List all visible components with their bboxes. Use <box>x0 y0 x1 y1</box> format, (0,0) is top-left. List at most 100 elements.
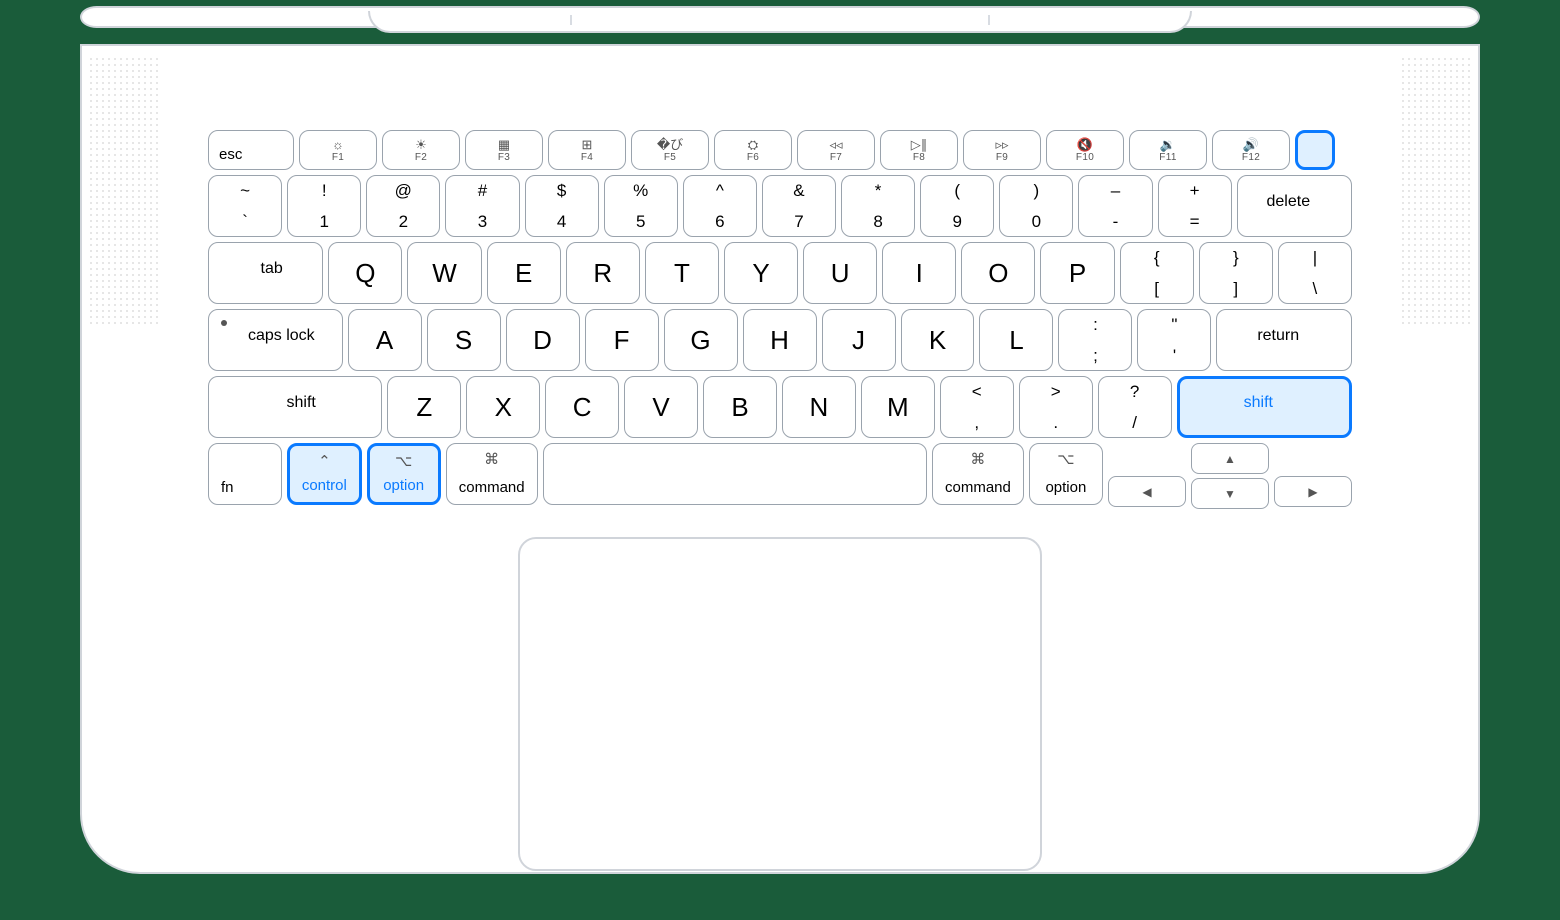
key-5[interactable]: %5 <box>604 175 678 237</box>
play-pause-icon: ▷∥ <box>911 138 928 151</box>
key-l[interactable]: L <box>979 309 1053 371</box>
key-y[interactable]: Y <box>724 242 798 304</box>
key-f11[interactable]: 🔉F11 <box>1129 130 1207 170</box>
key-tab[interactable]: tab <box>208 242 323 304</box>
row-numbers: ~` !1 @2 #3 $4 %5 ^6 &7 *8 (9 )0 –- += d… <box>208 175 1352 237</box>
row-asdf: caps lock A S D F G H J K L :; "' return <box>208 309 1352 371</box>
key-0[interactable]: )0 <box>999 175 1073 237</box>
laptop-base: esc ☼F1 ☀F2 ▦F3 ⊞F4 �びF5 ⛭F6 ◃◃F7 ▷∥F8 ▹… <box>80 44 1480 874</box>
key-slash[interactable]: ?/ <box>1098 376 1172 438</box>
key-arrow-left[interactable]: ◀ <box>1108 476 1186 507</box>
key-c[interactable]: C <box>545 376 619 438</box>
key-option-left[interactable]: ⌥option <box>367 443 441 505</box>
key-arrow-right[interactable]: ▶ <box>1274 476 1352 507</box>
row-zxcv: shift Z X C V B N M <, >. ?/ shift <box>208 376 1352 438</box>
arrow-down-icon: ▼ <box>1224 487 1236 501</box>
key-f8[interactable]: ▷∥F8 <box>880 130 958 170</box>
key-f9[interactable]: ▹▹F9 <box>963 130 1041 170</box>
key-command-left[interactable]: ⌘command <box>446 443 538 505</box>
key-j[interactable]: J <box>822 309 896 371</box>
key-9[interactable]: (9 <box>920 175 994 237</box>
key-shift-left[interactable]: shift <box>208 376 382 438</box>
key-f2[interactable]: ☀F2 <box>382 130 460 170</box>
key-t[interactable]: T <box>645 242 719 304</box>
key-esc[interactable]: esc <box>208 130 294 170</box>
key-return[interactable]: return <box>1216 309 1352 371</box>
key-minus[interactable]: –- <box>1078 175 1152 237</box>
key-delete[interactable]: delete <box>1237 175 1352 237</box>
key-option-right[interactable]: ⌥option <box>1029 443 1103 505</box>
key-b[interactable]: B <box>703 376 777 438</box>
arrow-right-icon: ▶ <box>1308 485 1317 499</box>
key-s[interactable]: S <box>427 309 501 371</box>
fast-forward-icon: ▹▹ <box>995 138 1008 151</box>
key-f12[interactable]: 🔊F12 <box>1212 130 1290 170</box>
brightness-down-icon: ☼ <box>332 138 344 151</box>
key-n[interactable]: N <box>782 376 856 438</box>
key-e[interactable]: E <box>487 242 561 304</box>
key-semicolon[interactable]: :; <box>1058 309 1132 371</box>
key-shift-right[interactable]: shift <box>1177 376 1352 438</box>
key-o[interactable]: O <box>961 242 1035 304</box>
key-k[interactable]: K <box>901 309 975 371</box>
keyboard: esc ☼F1 ☀F2 ▦F3 ⊞F4 �びF5 ⛭F6 ◃◃F7 ▷∥F8 ▹… <box>208 130 1352 509</box>
row-modifiers: fn ⌃control ⌥option ⌘command ⌘command ⌥o… <box>208 443 1352 509</box>
control-icon: ⌃ <box>318 452 331 470</box>
key-1[interactable]: !1 <box>287 175 361 237</box>
option-icon: ⌥ <box>1057 450 1074 468</box>
volume-down-icon: 🔉 <box>1160 138 1176 151</box>
arrow-up-icon: ▲ <box>1224 452 1236 466</box>
key-f7[interactable]: ◃◃F7 <box>797 130 875 170</box>
row-function: esc ☼F1 ☀F2 ▦F3 ⊞F4 �びF5 ⛭F6 ◃◃F7 ▷∥F8 ▹… <box>208 130 1352 170</box>
key-comma[interactable]: <, <box>940 376 1014 438</box>
key-f1[interactable]: ☼F1 <box>299 130 377 170</box>
key-control-left[interactable]: ⌃control <box>287 443 361 505</box>
key-quote[interactable]: "' <box>1137 309 1211 371</box>
key-f10[interactable]: 🔇F10 <box>1046 130 1124 170</box>
key-d[interactable]: D <box>506 309 580 371</box>
key-command-right[interactable]: ⌘command <box>932 443 1024 505</box>
key-x[interactable]: X <box>466 376 540 438</box>
key-q[interactable]: Q <box>328 242 402 304</box>
key-i[interactable]: I <box>882 242 956 304</box>
key-g[interactable]: G <box>664 309 738 371</box>
key-h[interactable]: H <box>743 309 817 371</box>
key-f[interactable]: F <box>585 309 659 371</box>
laptop-diagram: esc ☼F1 ☀F2 ▦F3 ⊞F4 �びF5 ⛭F6 ◃◃F7 ▷∥F8 ▹… <box>80 0 1480 874</box>
key-p[interactable]: P <box>1040 242 1114 304</box>
key-caps-lock[interactable]: caps lock <box>208 309 343 371</box>
key-period[interactable]: >. <box>1019 376 1093 438</box>
key-m[interactable]: M <box>861 376 935 438</box>
key-space[interactable] <box>543 443 927 505</box>
key-equals[interactable]: += <box>1158 175 1232 237</box>
key-8[interactable]: *8 <box>841 175 915 237</box>
key-f5[interactable]: �びF5 <box>631 130 709 170</box>
trackpad[interactable] <box>518 537 1042 871</box>
key-7[interactable]: &7 <box>762 175 836 237</box>
key-u[interactable]: U <box>803 242 877 304</box>
key-touch-id[interactable] <box>1295 130 1335 170</box>
key-arrow-down[interactable]: ▼ <box>1191 478 1269 509</box>
command-icon: ⌘ <box>484 450 499 468</box>
key-backtick[interactable]: ~` <box>208 175 282 237</box>
key-r[interactable]: R <box>566 242 640 304</box>
key-2[interactable]: @2 <box>366 175 440 237</box>
key-4[interactable]: $4 <box>525 175 599 237</box>
key-f6[interactable]: ⛭F6 <box>714 130 792 170</box>
key-fn[interactable]: fn <box>208 443 282 505</box>
option-icon: ⌥ <box>395 452 412 470</box>
key-f3[interactable]: ▦F3 <box>465 130 543 170</box>
key-3[interactable]: #3 <box>445 175 519 237</box>
key-z[interactable]: Z <box>387 376 461 438</box>
key-backslash[interactable]: |\ <box>1278 242 1352 304</box>
key-a[interactable]: A <box>348 309 422 371</box>
arrow-left-icon: ◀ <box>1142 485 1151 499</box>
key-w[interactable]: W <box>407 242 481 304</box>
key-f4[interactable]: ⊞F4 <box>548 130 626 170</box>
key-v[interactable]: V <box>624 376 698 438</box>
key-arrow-up[interactable]: ▲ <box>1191 443 1269 474</box>
key-6[interactable]: ^6 <box>683 175 757 237</box>
key-bracket-left[interactable]: {[ <box>1120 242 1194 304</box>
caps-lock-indicator-icon <box>221 320 227 326</box>
key-bracket-right[interactable]: }] <box>1199 242 1273 304</box>
